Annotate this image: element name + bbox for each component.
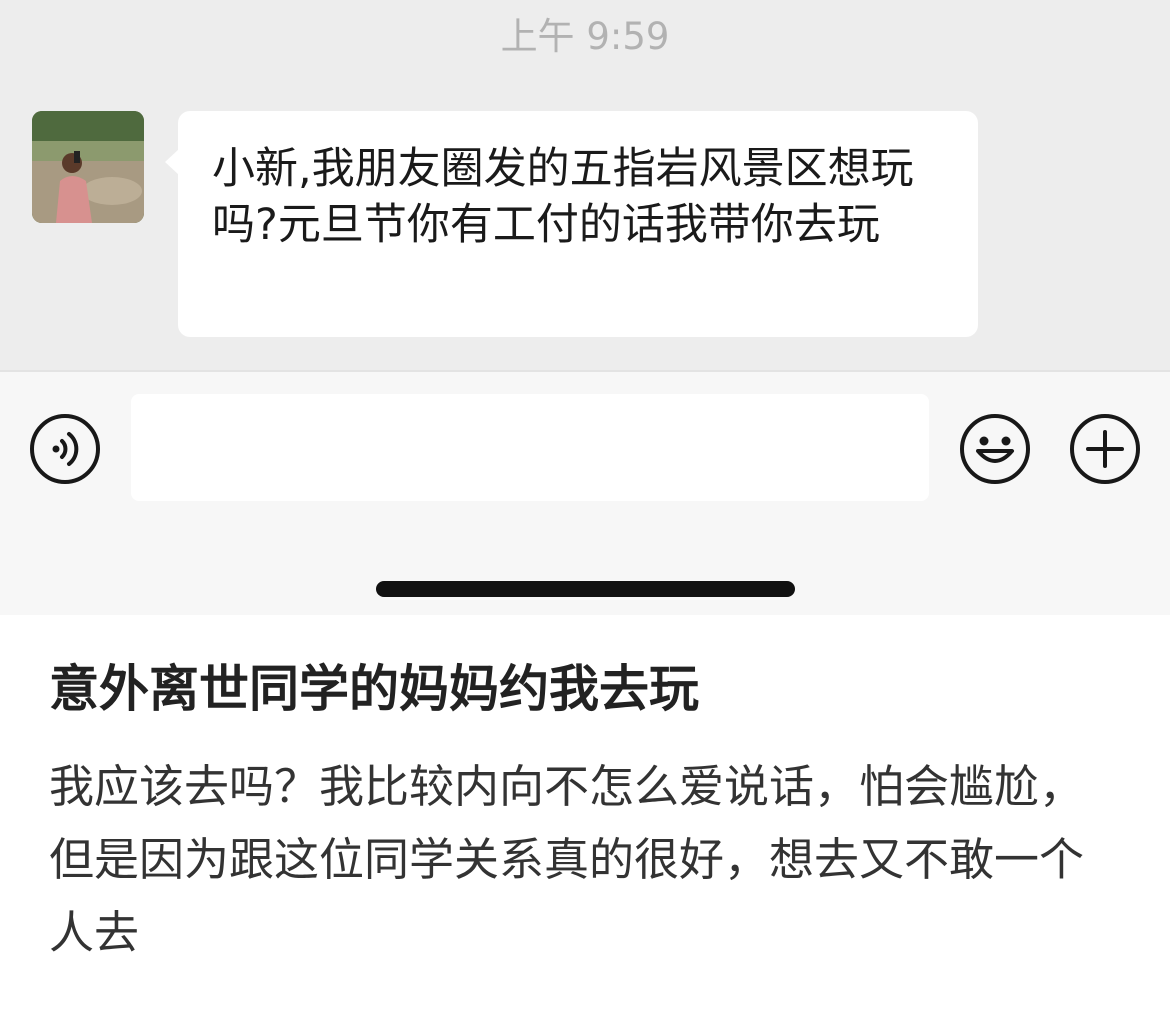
home-indicator[interactable] <box>376 581 795 597</box>
message-bubble[interactable]: 小新,我朋友圈发的五指岩风景区想玩吗?元旦节你有工付的话我带你去玩 <box>165 111 978 337</box>
page: 上午 9:59 小新,我朋友圈发的五指岩风景区想玩吗?元旦节你有工付的话我带你去… <box>0 0 1170 1011</box>
message-text: 小新,我朋友圈发的五指岩风景区想玩吗?元旦节你有工付的话我带你去玩 <box>212 144 914 250</box>
post-body: 我应该去吗？我比较内向不怎么爱说话，怕会尴尬，但是因为跟这位同学关系真的很好，想… <box>49 760 1085 959</box>
plus-circle-icon[interactable] <box>1069 413 1141 485</box>
emoji-smiley-icon[interactable] <box>959 413 1031 485</box>
message-input[interactable] <box>131 394 929 501</box>
voice-input-icon[interactable] <box>29 413 101 485</box>
chat-area[interactable]: 上午 9:59 小新,我朋友圈发的五指岩风景区想玩吗?元旦节你有工付的话我带你去… <box>0 0 1170 370</box>
message-timestamp: 上午 9:59 <box>500 15 670 58</box>
post-title: 意外离世同学的妈妈约我去玩 <box>49 660 699 718</box>
post-content: 意外离世同学的妈妈约我去玩 我应该去吗？我比较内向不怎么爱说话，怕会尴尬，但是因… <box>0 615 1170 1011</box>
avatar-photo <box>32 111 144 223</box>
avatar[interactable] <box>32 111 144 223</box>
chat-input-bar <box>0 370 1170 615</box>
